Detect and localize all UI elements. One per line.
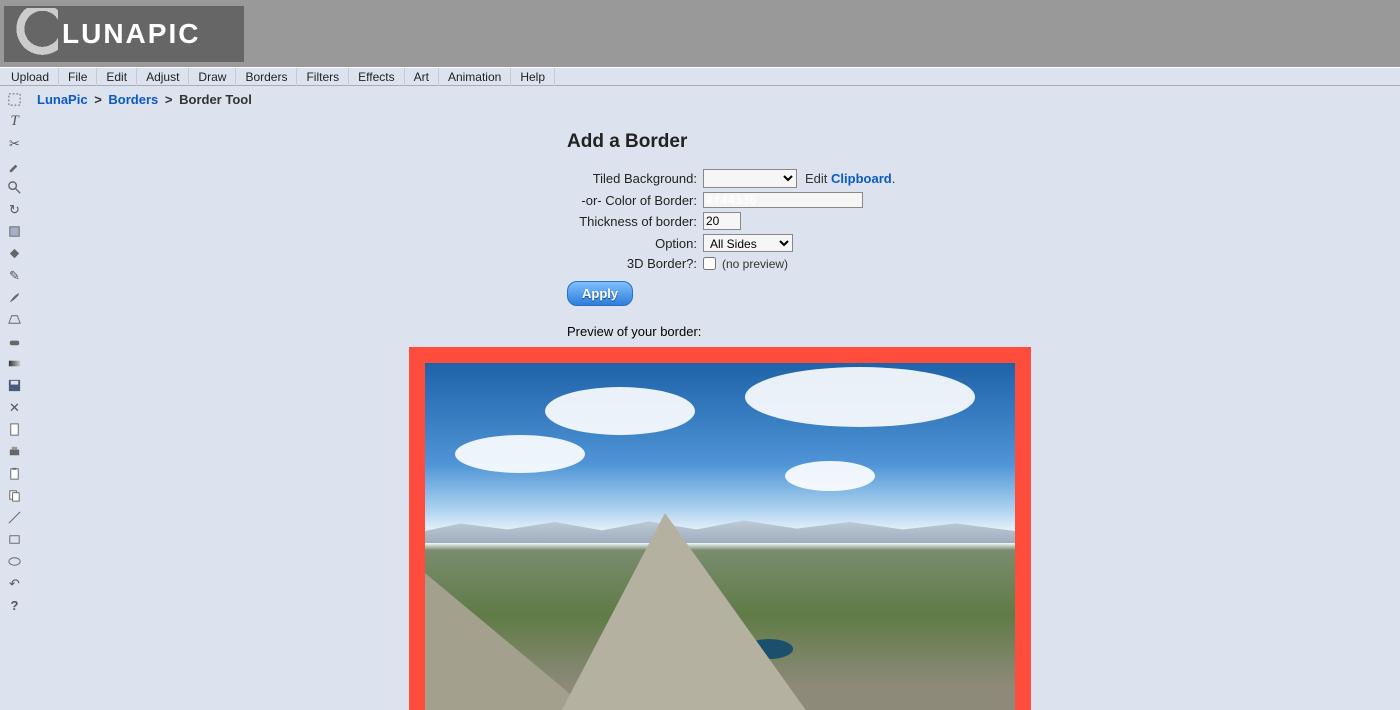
pencil-icon[interactable]: ✎ [6,268,24,283]
brush-icon[interactable] [6,290,24,305]
edit-text: Edit [805,171,827,186]
cut-icon[interactable]: ✂ [6,136,24,151]
save-icon[interactable] [6,378,24,393]
threeD-checkbox[interactable] [703,257,716,270]
crop-icon[interactable] [6,224,24,239]
gradient-icon[interactable] [6,356,24,371]
color-label: -or- Color of Border: [567,193,697,208]
menubar: Upload File Edit Adjust Draw Borders Fil… [0,67,1400,86]
option-label: Option: [567,236,697,251]
apply-button[interactable]: Apply [567,281,633,306]
clipboard-icon[interactable] [6,466,24,481]
eraser-icon[interactable] [6,334,24,349]
breadcrumb-sep: > [165,92,173,107]
tiled-bg-label: Tiled Background: [567,171,697,186]
no-preview-text: (no preview) [722,257,788,271]
line-icon[interactable] [6,510,24,525]
rotate-icon[interactable]: ↻ [6,202,24,217]
menu-effects[interactable]: Effects [349,68,404,86]
page-title: Add a Border [567,131,1392,153]
undo-icon[interactable]: ↶ [6,576,24,591]
threeD-label: 3D Border?: [567,256,697,271]
logo[interactable]: LUNAPIC [4,6,244,62]
print-icon[interactable] [6,444,24,459]
breadcrumb-current: Border Tool [179,92,252,107]
left-toolbar: T ✂ ↻ ✎ ✕ ↶ ? [0,86,29,710]
menu-help[interactable]: Help [511,68,555,86]
menu-animation[interactable]: Animation [439,68,511,86]
breadcrumb-sep: > [94,92,102,107]
border-color-input[interactable] [703,192,863,208]
perspective-icon[interactable] [6,312,24,327]
rectangle-icon[interactable] [6,532,24,547]
preview-label: Preview of your border: [567,324,1392,339]
breadcrumb-section[interactable]: Borders [108,92,158,107]
main-content: LunaPic > Borders > Border Tool Add a Bo… [29,86,1400,710]
clipboard-text: Clipboard [831,171,892,186]
close-icon[interactable]: ✕ [6,400,24,415]
menu-draw[interactable]: Draw [189,68,236,86]
copy-icon[interactable] [6,488,24,503]
menu-art[interactable]: Art [405,68,439,86]
preview-border [409,347,1031,710]
page-icon[interactable] [6,422,24,437]
text-icon[interactable]: T [6,114,24,129]
logo-text: LUNAPIC [62,18,200,50]
edit-clipboard-link[interactable]: Edit Clipboard. [805,171,895,186]
paintbucket-icon[interactable] [6,246,24,261]
selection-icon[interactable] [6,92,24,107]
border-form: Tiled Background: Edit Clipboard. -or- C… [567,169,1392,306]
menu-edit[interactable]: Edit [97,68,137,86]
tiled-bg-select[interactable] [703,169,797,188]
breadcrumb: LunaPic > Borders > Border Tool [37,90,1392,115]
eyedropper-icon[interactable] [6,158,24,173]
menu-file[interactable]: File [59,68,97,86]
thickness-input[interactable] [703,212,741,230]
thickness-label: Thickness of border: [567,214,697,229]
menu-upload[interactable]: Upload [2,68,59,86]
header: LUNAPIC [0,0,1400,67]
menu-borders[interactable]: Borders [236,68,297,86]
logo-icon [6,8,58,60]
menu-filters[interactable]: Filters [297,68,349,86]
breadcrumb-root[interactable]: LunaPic [37,92,88,107]
ellipse-icon[interactable] [6,554,24,569]
help-icon[interactable]: ? [6,598,24,613]
zoom-icon[interactable] [6,180,24,195]
preview-image [425,363,1015,710]
option-select[interactable]: All Sides [703,234,793,252]
menu-adjust[interactable]: Adjust [137,68,189,86]
